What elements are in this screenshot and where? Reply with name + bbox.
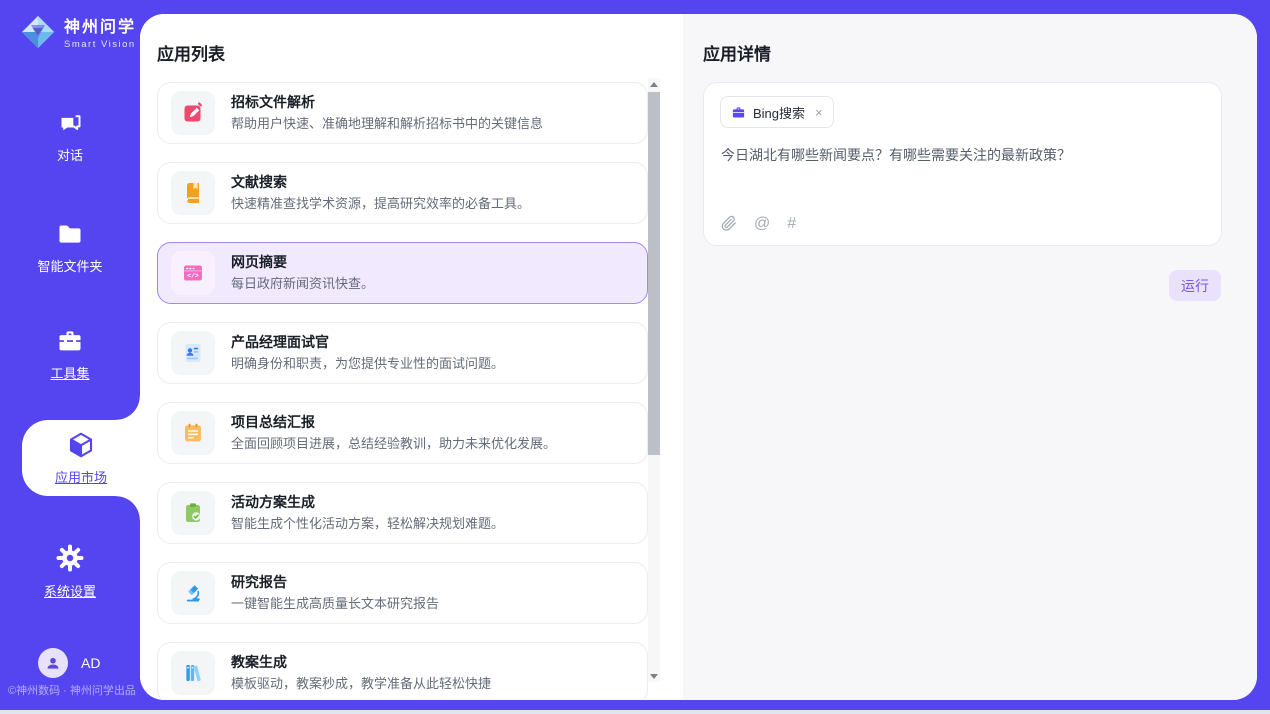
app-description: 模板驱动，教案秒成，教学准备从此轻松快捷: [231, 676, 491, 692]
diamond-logo-icon: [20, 14, 56, 50]
book-icon: [181, 181, 205, 205]
scrollbar-up-arrow[interactable]: [648, 78, 660, 90]
mention-icon[interactable]: @: [754, 216, 770, 232]
app-card-research-report[interactable]: 研究报告 一键智能生成高质量长文本研究报告: [157, 562, 648, 624]
app-list-scrollbar[interactable]: [648, 78, 660, 682]
app-list-panel: 应用列表 招标文件解析 帮助用户快速、准确地理解和解析招标书中的关键信息: [140, 14, 683, 700]
sidebar-item-label: 工具集: [50, 363, 89, 382]
briefcase-icon: [731, 105, 746, 120]
user-account[interactable]: AD: [38, 648, 100, 678]
app-card-lesson-plan[interactable]: 教案生成 模板驱动，教案秒成，教学准备从此轻松快捷: [157, 642, 648, 700]
sidebar-item-label: 对话: [57, 145, 83, 164]
app-name: 网页摘要: [231, 254, 374, 271]
svg-text:</>: </>: [187, 273, 199, 280]
app-card-bid-document-analysis[interactable]: 招标文件解析 帮助用户快速、准确地理解和解析招标书中的关键信息: [157, 82, 648, 144]
app-icon-box: [171, 571, 215, 615]
active-tab-curve-top: [116, 396, 140, 420]
app-name: 教案生成: [231, 654, 491, 671]
app-detail-title: 应用详情: [703, 40, 771, 65]
person-icon: [45, 655, 61, 671]
app-card-web-summary[interactable]: </> 网页摘要 每日政府新闻资讯快查。: [157, 242, 648, 304]
avatar: [38, 648, 68, 678]
app-frame: 神州问学 Smart Vision 对话 智能文件夹 工具: [0, 0, 1270, 714]
window-bottom-edge: [0, 710, 1270, 714]
scrollbar-down-arrow[interactable]: [648, 670, 660, 682]
app-icon-box: [171, 651, 215, 695]
sidebar-item-chat[interactable]: 对话: [0, 110, 140, 164]
user-initials: AD: [81, 655, 100, 671]
sidebar-item-label: 应用市场: [55, 467, 107, 486]
app-description: 智能生成个性化活动方案，轻松解决规划难题。: [231, 516, 504, 532]
brand-logo: 神州问学 Smart Vision: [20, 13, 136, 50]
brand-name: 神州问学: [64, 13, 136, 37]
app-icon-box: [171, 91, 215, 135]
tool-tag-label: Bing搜索: [753, 103, 805, 122]
sidebar-item-app-market[interactable]: 应用市场: [22, 420, 140, 496]
app-name: 产品经理面试官: [231, 334, 504, 351]
tool-tag-bing-search[interactable]: Bing搜索 ×: [720, 96, 834, 128]
note-icon: [181, 421, 205, 445]
copyright-text: ©神州数码 · 神州问学出品: [8, 682, 136, 698]
resume-icon: [181, 341, 205, 365]
app-description: 全面回顾项目进展，总结经验教训，助力未来优化发展。: [231, 436, 556, 452]
app-name: 研究报告: [231, 574, 439, 591]
app-name: 活动方案生成: [231, 494, 504, 511]
app-icon-box: [171, 331, 215, 375]
app-icon-box: [171, 171, 215, 215]
app-description: 一键智能生成高质量长文本研究报告: [231, 596, 439, 612]
scrollbar-thumb[interactable]: [648, 92, 660, 455]
app-name: 项目总结汇报: [231, 414, 556, 431]
cube-icon: [66, 430, 96, 460]
app-name: 文献搜索: [231, 174, 530, 191]
paperclip-icon[interactable]: [721, 215, 737, 232]
sidebar-item-label: 智能文件夹: [37, 256, 102, 275]
gear-icon: [55, 543, 85, 573]
prompt-toolbar: @ #: [721, 215, 796, 232]
hash-icon[interactable]: #: [787, 216, 796, 232]
sidebar-item-label: 系统设置: [44, 581, 96, 600]
browser-code-icon: </>: [181, 261, 205, 285]
app-list-title: 应用列表: [157, 40, 225, 65]
tool-tag-close-icon[interactable]: ×: [815, 105, 823, 120]
run-button[interactable]: 运行: [1169, 270, 1221, 301]
app-icon-box: </>: [171, 251, 215, 295]
app-icon-box: [171, 491, 215, 535]
prompt-input-card: Bing搜索 × 今日湖北有哪些新闻要点？有哪些需要关注的最新政策？ @ #: [703, 82, 1222, 246]
microscope-icon: [181, 581, 205, 605]
active-tab-curve-bottom: [116, 496, 140, 520]
books-icon: [181, 661, 205, 685]
edit-square-icon: [181, 101, 205, 125]
app-card-pm-interviewer[interactable]: 产品经理面试官 明确身份和职责，为您提供专业性的面试问题。: [157, 322, 648, 384]
app-icon-box: [171, 411, 215, 455]
main-content: 应用列表 招标文件解析 帮助用户快速、准确地理解和解析招标书中的关键信息: [140, 14, 1257, 700]
app-card-event-plan[interactable]: 活动方案生成 智能生成个性化活动方案，轻松解决规划难题。: [157, 482, 648, 544]
folder-icon: [56, 220, 84, 248]
clipboard-check-icon: [181, 501, 205, 525]
sidebar-item-settings[interactable]: 系统设置: [0, 543, 140, 600]
sidebar-item-toolset[interactable]: 工具集: [0, 327, 140, 382]
app-description: 快速精准查找学术资源，提高研究效率的必备工具。: [231, 196, 530, 212]
sidebar-item-smart-folder[interactable]: 智能文件夹: [0, 220, 140, 275]
app-card-list: 招标文件解析 帮助用户快速、准确地理解和解析招标书中的关键信息 文献搜索: [157, 82, 648, 700]
app-card-project-summary[interactable]: 项目总结汇报 全面回顾项目进展，总结经验教训，助力未来优化发展。: [157, 402, 648, 464]
app-detail-panel: 应用详情 Bing搜索 × 今日湖北有哪些新闻要点？有哪些需要关注的最新政策？ …: [683, 14, 1257, 700]
app-name: 招标文件解析: [231, 94, 543, 111]
app-description: 每日政府新闻资讯快查。: [231, 276, 374, 292]
sidebar: 神州问学 Smart Vision 对话 智能文件夹 工具: [0, 0, 140, 710]
prompt-text-input[interactable]: 今日湖北有哪些新闻要点？有哪些需要关注的最新政策？: [721, 145, 1201, 165]
chat-icon: [57, 110, 84, 137]
app-description: 明确身份和职责，为您提供专业性的面试问题。: [231, 356, 504, 372]
toolbox-icon: [56, 327, 84, 355]
brand-subtitle: Smart Vision: [64, 39, 136, 50]
app-description: 帮助用户快速、准确地理解和解析招标书中的关键信息: [231, 116, 543, 132]
app-card-literature-search[interactable]: 文献搜索 快速精准查找学术资源，提高研究效率的必备工具。: [157, 162, 648, 224]
